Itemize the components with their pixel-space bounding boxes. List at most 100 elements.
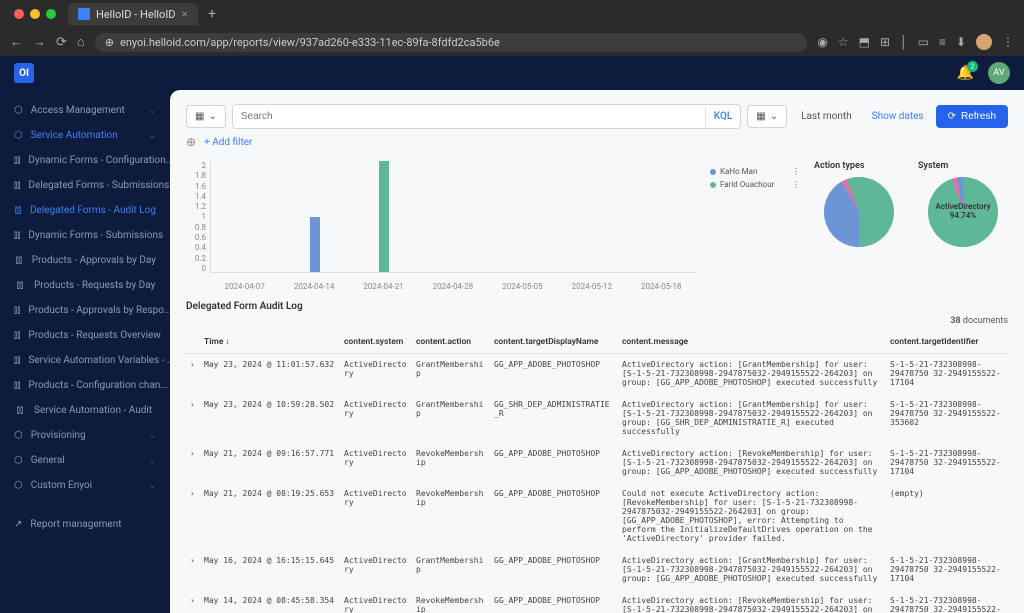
address-bar[interactable]: ⊕ enyoi.helloid.com/app/reports/view/937… [95, 33, 808, 52]
bar[interactable] [379, 161, 389, 272]
sidebar-item[interactable]: ⫾⫾Service Automation - Audit [0, 398, 170, 423]
menu-icon[interactable]: ⋮ [1002, 35, 1014, 49]
pie-chart-system[interactable]: ActiveDirectory94.74% [928, 177, 998, 247]
expand-row-icon[interactable]: › [186, 443, 200, 483]
cell-action: RevokeMembership [412, 483, 490, 550]
pie-center-label: ActiveDirectory94.74% [935, 203, 990, 221]
document-count: 38 documents [186, 316, 1008, 326]
view-options-button[interactable]: ▦⌄ [186, 105, 226, 128]
extension-icon[interactable]: ⬒ [859, 35, 870, 49]
bookmark-icon[interactable]: ☆ [838, 35, 849, 49]
main-content: ▦⌄ KQL ▦⌄ Last month Show dates ⟳Refresh… [170, 90, 1024, 613]
close-window-icon[interactable] [14, 9, 24, 19]
date-picker-button[interactable]: ▦⌄ [747, 105, 787, 128]
chart-icon: ⫾⫾ [14, 255, 24, 266]
sidebar-item[interactable]: ⫾⫾Products - Approvals by Day [0, 248, 170, 273]
cell-identifier: S-1-5-21-732308998-29478750 32-294915552… [886, 550, 1008, 590]
nav-group-custom[interactable]: ⬡Custom Enyoi ⌄ [0, 473, 170, 498]
expand-row-icon[interactable]: › [186, 550, 200, 590]
user-avatar[interactable]: AV [988, 62, 1010, 84]
list-icon[interactable]: ≡ [939, 35, 946, 49]
legend-item[interactable]: Farid Ouachour⋮ [710, 180, 800, 189]
refresh-button[interactable]: ⟳Refresh [936, 105, 1008, 128]
sidebar-item[interactable]: ⫾⫾Delegated Forms - Audit Log [0, 198, 170, 223]
chart-icon: ⫾⫾ [14, 330, 20, 341]
app-logo[interactable]: OI [14, 63, 34, 83]
col-system[interactable]: content.system [340, 330, 412, 354]
home-button[interactable]: ⌂ [77, 34, 85, 50]
new-tab-button[interactable]: + [208, 6, 216, 22]
favicon-icon [78, 8, 90, 20]
nav-report-management[interactable]: ↗Report management [0, 512, 170, 537]
chevron-down-icon: ⌄ [148, 106, 156, 116]
sidebar-item[interactable]: ⫾⫾Products - Configuration chan... [0, 373, 170, 398]
sidebar-item[interactable]: ⫾⫾Delegated Forms - Submissions [0, 173, 170, 198]
download-icon[interactable]: ⬇ [956, 35, 966, 49]
calendar-icon: ▦ [195, 111, 204, 122]
col-message[interactable]: content.message [618, 330, 886, 354]
nav-group-service-automation[interactable]: ⬡Service Automation ⌄ [0, 123, 170, 148]
profile-avatar-icon[interactable] [976, 34, 992, 50]
cell-message: ActiveDirectory action: [GrantMembership… [618, 394, 886, 443]
cell-system: ActiveDirectory [340, 443, 412, 483]
bar[interactable] [310, 217, 320, 273]
back-button[interactable]: ← [10, 34, 23, 50]
cast-icon[interactable]: ▭ [918, 35, 929, 49]
table-row: ›May 21, 2024 @ 08:19:25.653ActiveDirect… [186, 483, 1008, 550]
cell-target: GG_APP_ADOBE_PHOTOSHOP [490, 483, 618, 550]
sidebar-item[interactable]: ⫾⫾Products - Requests Overview [0, 323, 170, 348]
eye-icon[interactable]: ◉ [817, 35, 827, 49]
refresh-icon: ⟳ [948, 111, 956, 122]
cell-message: Could not execute ActiveDirectory action… [618, 483, 886, 550]
query-toolbar: ▦⌄ KQL ▦⌄ Last month Show dates ⟳Refresh [186, 104, 1008, 129]
legend-menu-icon[interactable]: ⋮ [792, 180, 800, 189]
date-range-label[interactable]: Last month [793, 106, 860, 127]
sidebar-item[interactable]: ⫾⫾Products - Requests by Day [0, 273, 170, 298]
puzzle-icon[interactable]: ⊞ [880, 35, 890, 49]
nav-group-provisioning[interactable]: ⬡Provisioning ⌄ [0, 423, 170, 448]
expand-row-icon[interactable]: › [186, 483, 200, 550]
maximize-window-icon[interactable] [46, 9, 56, 19]
kql-toggle[interactable]: KQL [705, 106, 740, 127]
reload-button[interactable]: ⟳ [56, 35, 67, 50]
chart-icon: ⫾⫾ [14, 305, 20, 316]
legend-item[interactable]: KaHo Man⋮ [710, 167, 800, 176]
show-dates-link[interactable]: Show dates [866, 111, 930, 122]
forward-button[interactable]: → [33, 34, 46, 50]
site-info-icon[interactable]: ⊕ [105, 36, 114, 49]
sidebar-item[interactable]: ⫾⫾Dynamic Forms - Configuration... [0, 148, 170, 173]
legend-menu-icon[interactable]: ⋮ [792, 167, 800, 176]
expand-row-icon[interactable]: › [186, 354, 200, 394]
traffic-lights [8, 9, 62, 19]
expand-row-icon[interactable]: › [186, 590, 200, 613]
search-box: KQL [232, 104, 741, 129]
col-target[interactable]: content.targetDisplayName [490, 330, 618, 354]
cell-target: GG_APP_ADOBE_PHOTOSHOP [490, 590, 618, 613]
filter-settings-icon[interactable]: ⊕ [186, 135, 196, 149]
browser-tab[interactable]: HelloID - HelloID × [68, 3, 198, 25]
minimize-window-icon[interactable] [30, 9, 40, 19]
cell-action: GrantMembership [412, 394, 490, 443]
cube-icon: ⬡ [14, 455, 23, 466]
sidebar-item[interactable]: ⫾⫾Service Automation Variables - ... [0, 348, 170, 373]
sidebar-item[interactable]: ⫾⫾Products - Approvals by Respo... [0, 298, 170, 323]
col-identifier[interactable]: content.targetIdentifier [886, 330, 1008, 354]
table-row: ›May 23, 2024 @ 10:59:28.502ActiveDirect… [186, 394, 1008, 443]
col-time[interactable]: Time ↓ [200, 330, 340, 354]
table-row: ›May 21, 2024 @ 09:16:57.771ActiveDirect… [186, 443, 1008, 483]
close-tab-icon[interactable]: × [182, 7, 188, 21]
cell-target: GG_APP_ADOBE_PHOTOSHOP [490, 354, 618, 394]
nav-group-access[interactable]: ⬡Access Management ⌄ [0, 98, 170, 123]
pie-system: System ActiveDirectory94.74% [918, 161, 1008, 291]
add-filter-link[interactable]: + Add filter [204, 137, 252, 148]
sidebar-item[interactable]: ⫾⫾Dynamic Forms - Submissions [0, 223, 170, 248]
chart-icon: ⫾⫾ [14, 280, 26, 291]
nav-group-general[interactable]: ⬡General ⌄ [0, 448, 170, 473]
expand-row-icon[interactable]: › [186, 394, 200, 443]
notifications-icon[interactable]: 🔔2 [957, 65, 974, 81]
search-input[interactable] [233, 105, 705, 128]
pie-chart-actions[interactable] [824, 177, 894, 247]
col-action[interactable]: content.action [412, 330, 490, 354]
chart-icon: ⫾⫾ [14, 155, 20, 166]
cell-system: ActiveDirectory [340, 550, 412, 590]
